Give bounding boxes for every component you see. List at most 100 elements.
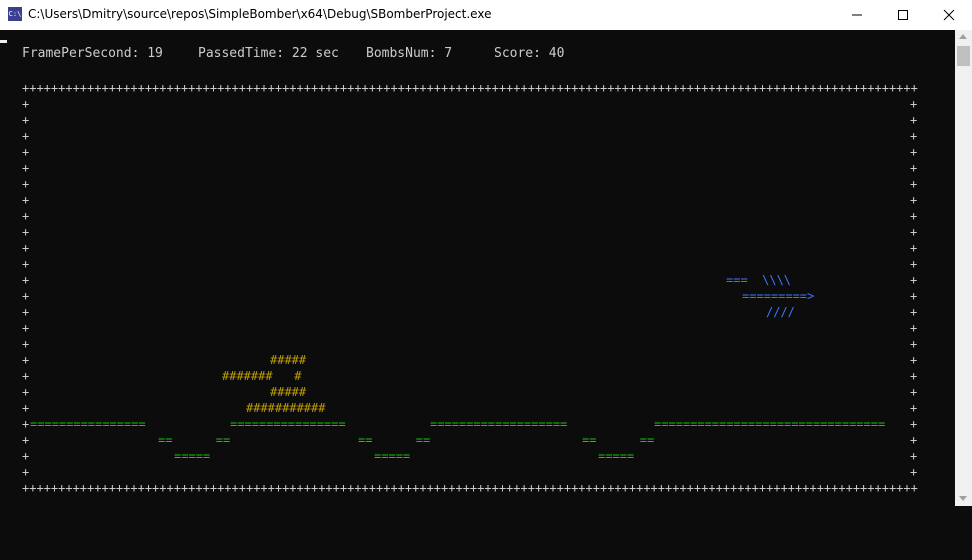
- right-wall: +: [910, 177, 918, 191]
- house-wall-middle: #####: [270, 385, 307, 399]
- right-wall: +: [910, 337, 918, 351]
- console-icon: C:\: [8, 7, 22, 21]
- field-row: + +: [0, 336, 955, 352]
- field-row: + ####### # +: [0, 368, 955, 384]
- field-row: + ##### +: [0, 352, 955, 368]
- right-wall: +: [910, 97, 918, 111]
- field-row: ++++++++++++++++++++++++++++++++++++++++…: [0, 80, 955, 96]
- crater-edge: == ==: [582, 433, 655, 447]
- left-wall: +: [22, 433, 30, 447]
- house-roof: #####: [270, 353, 307, 367]
- field-row: + ===== ===== ===== +: [0, 448, 955, 464]
- scroll-thumb[interactable]: [957, 46, 970, 66]
- right-wall: +: [910, 321, 918, 335]
- field-bottom-border: ++++++++++++++++++++++++++++++++++++++++…: [22, 481, 918, 495]
- left-wall: +: [22, 177, 30, 191]
- right-wall: +: [910, 353, 918, 367]
- field-row: + +: [0, 192, 955, 208]
- plane-wing: ////: [766, 305, 795, 319]
- right-wall: +: [910, 273, 918, 287]
- window-title: C:\Users\Dmitry\source\repos\SimpleBombe…: [28, 7, 492, 21]
- left-wall: +: [22, 225, 30, 239]
- bombs-count-readout: BombsNum: 7: [366, 46, 453, 61]
- right-wall: +: [910, 161, 918, 175]
- field-row: + +: [0, 112, 955, 128]
- right-wall: +: [910, 129, 918, 143]
- left-wall: +: [22, 369, 30, 383]
- maximize-icon: [898, 10, 908, 20]
- field-row: ++++++++++++++++++++++++++++++++++++++++…: [0, 480, 955, 496]
- left-wall: +: [22, 129, 30, 143]
- scroll-up-icon[interactable]: [959, 34, 967, 39]
- field-row: + +: [0, 464, 955, 480]
- field-row: + //// +: [0, 304, 955, 320]
- field-row: + +: [0, 224, 955, 240]
- right-wall: +: [910, 289, 918, 303]
- left-wall: +: [22, 97, 30, 111]
- crater-edge: == ==: [358, 433, 431, 447]
- field-row: + +: [0, 96, 955, 112]
- right-wall: +: [910, 401, 918, 415]
- left-wall: +: [22, 305, 30, 319]
- plane-body: =========>: [742, 289, 815, 303]
- left-wall: +: [22, 273, 30, 287]
- field-row: + +: [0, 144, 955, 160]
- field-row: + =========> +: [0, 288, 955, 304]
- close-icon: [943, 9, 955, 21]
- vertical-scrollbar[interactable]: [955, 30, 972, 506]
- console-area[interactable]: FramePerSecond: 19 PassedTime: 22 sec Bo…: [0, 30, 955, 506]
- right-wall: +: [910, 145, 918, 159]
- right-wall: +: [910, 433, 918, 447]
- field-row: + +: [0, 240, 955, 256]
- fps-readout: FramePerSecond: 19: [22, 46, 163, 61]
- right-wall: +: [910, 209, 918, 223]
- right-wall: +: [910, 449, 918, 463]
- ground-segment: ================: [30, 417, 146, 431]
- left-wall: +: [22, 289, 30, 303]
- left-wall: +: [22, 113, 30, 127]
- field-row: + == == == == == == +: [0, 432, 955, 448]
- right-wall: +: [910, 193, 918, 207]
- right-wall: +: [910, 305, 918, 319]
- ground-segment: ================: [230, 417, 346, 431]
- field-row: + === \\\\ +: [0, 272, 955, 288]
- passed-time-readout: PassedTime: 22 sec: [198, 46, 339, 61]
- ground-segment: ===================: [430, 417, 568, 431]
- left-wall: +: [22, 161, 30, 175]
- window-titlebar[interactable]: C:\ C:\Users\Dmitry\source\repos\SimpleB…: [0, 0, 972, 30]
- left-wall: +: [22, 209, 30, 223]
- left-wall: +: [22, 193, 30, 207]
- left-wall: +: [22, 465, 30, 479]
- left-wall: +: [22, 257, 30, 271]
- crater-bottom: =====: [174, 449, 211, 463]
- ground-segment: ================================: [654, 417, 886, 431]
- minimize-icon: [852, 14, 862, 16]
- field-row: + +: [0, 320, 955, 336]
- close-button[interactable]: [926, 0, 972, 30]
- right-wall: +: [910, 257, 918, 271]
- field-row: + ########### +: [0, 400, 955, 416]
- right-wall: +: [910, 417, 918, 431]
- right-wall: +: [910, 385, 918, 399]
- crater-bottom: =====: [374, 449, 411, 463]
- left-wall: +: [22, 145, 30, 159]
- left-wall: +: [22, 385, 30, 399]
- field-row: + +: [0, 176, 955, 192]
- left-wall: +: [22, 337, 30, 351]
- left-wall: +: [22, 449, 30, 463]
- left-wall: +: [22, 241, 30, 255]
- field-top-border: ++++++++++++++++++++++++++++++++++++++++…: [22, 81, 918, 95]
- right-wall: +: [910, 225, 918, 239]
- scroll-down-icon[interactable]: [959, 496, 967, 501]
- minimize-button[interactable]: [834, 0, 880, 30]
- field-row: + ##### +: [0, 384, 955, 400]
- status-line: FramePerSecond: 19 PassedTime: 22 sec Bo…: [22, 45, 564, 63]
- right-wall: +: [910, 369, 918, 383]
- crater-bottom: =====: [598, 449, 635, 463]
- left-wall: +: [22, 321, 30, 335]
- maximize-button[interactable]: [880, 0, 926, 30]
- right-wall: +: [910, 241, 918, 255]
- crater-edge: == ==: [158, 433, 231, 447]
- left-wall: +: [22, 401, 30, 415]
- house-wall-top: ####### #: [222, 369, 302, 383]
